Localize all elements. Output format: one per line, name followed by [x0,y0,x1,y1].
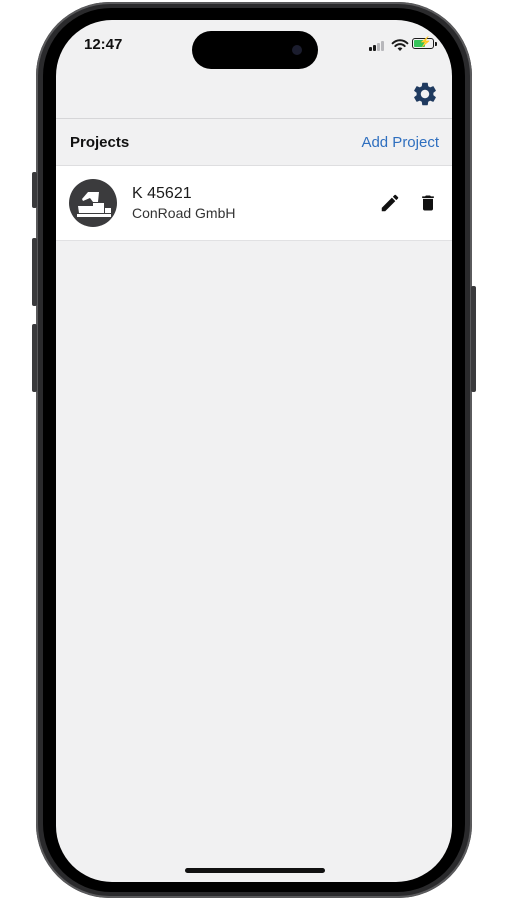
project-avatar [69,179,117,227]
home-indicator[interactable] [185,868,325,873]
battery-charging-icon: ⚡ [412,37,437,49]
front-camera-icon [292,45,302,55]
trash-icon[interactable] [418,192,438,214]
wifi-icon [391,39,409,51]
gear-icon[interactable] [411,80,439,108]
project-list-item[interactable]: K 45621 ConRoad GmbH [56,166,452,241]
side-button-volume-down [32,324,37,392]
status-bar: 12:47 ⚡ [56,20,452,72]
paver-machine-icon [77,192,111,217]
add-project-button[interactable]: Add Project [361,134,439,151]
projects-section-header: Projects Add Project [56,119,452,166]
project-name: K 45621 [132,185,192,202]
status-time: 12:47 [84,36,123,53]
side-button-silent [32,172,37,208]
app-screen: 12:47 ⚡ Projects Add Project K 45621 Con… [56,20,452,882]
pencil-icon[interactable] [379,192,401,214]
dynamic-island [192,31,318,69]
section-title: Projects [70,134,130,151]
cellular-signal-icon [369,41,387,51]
side-button-volume-up [32,238,37,306]
side-button-power [471,286,476,392]
project-company: ConRoad GmbH [132,205,236,221]
navigation-bar [56,72,452,119]
